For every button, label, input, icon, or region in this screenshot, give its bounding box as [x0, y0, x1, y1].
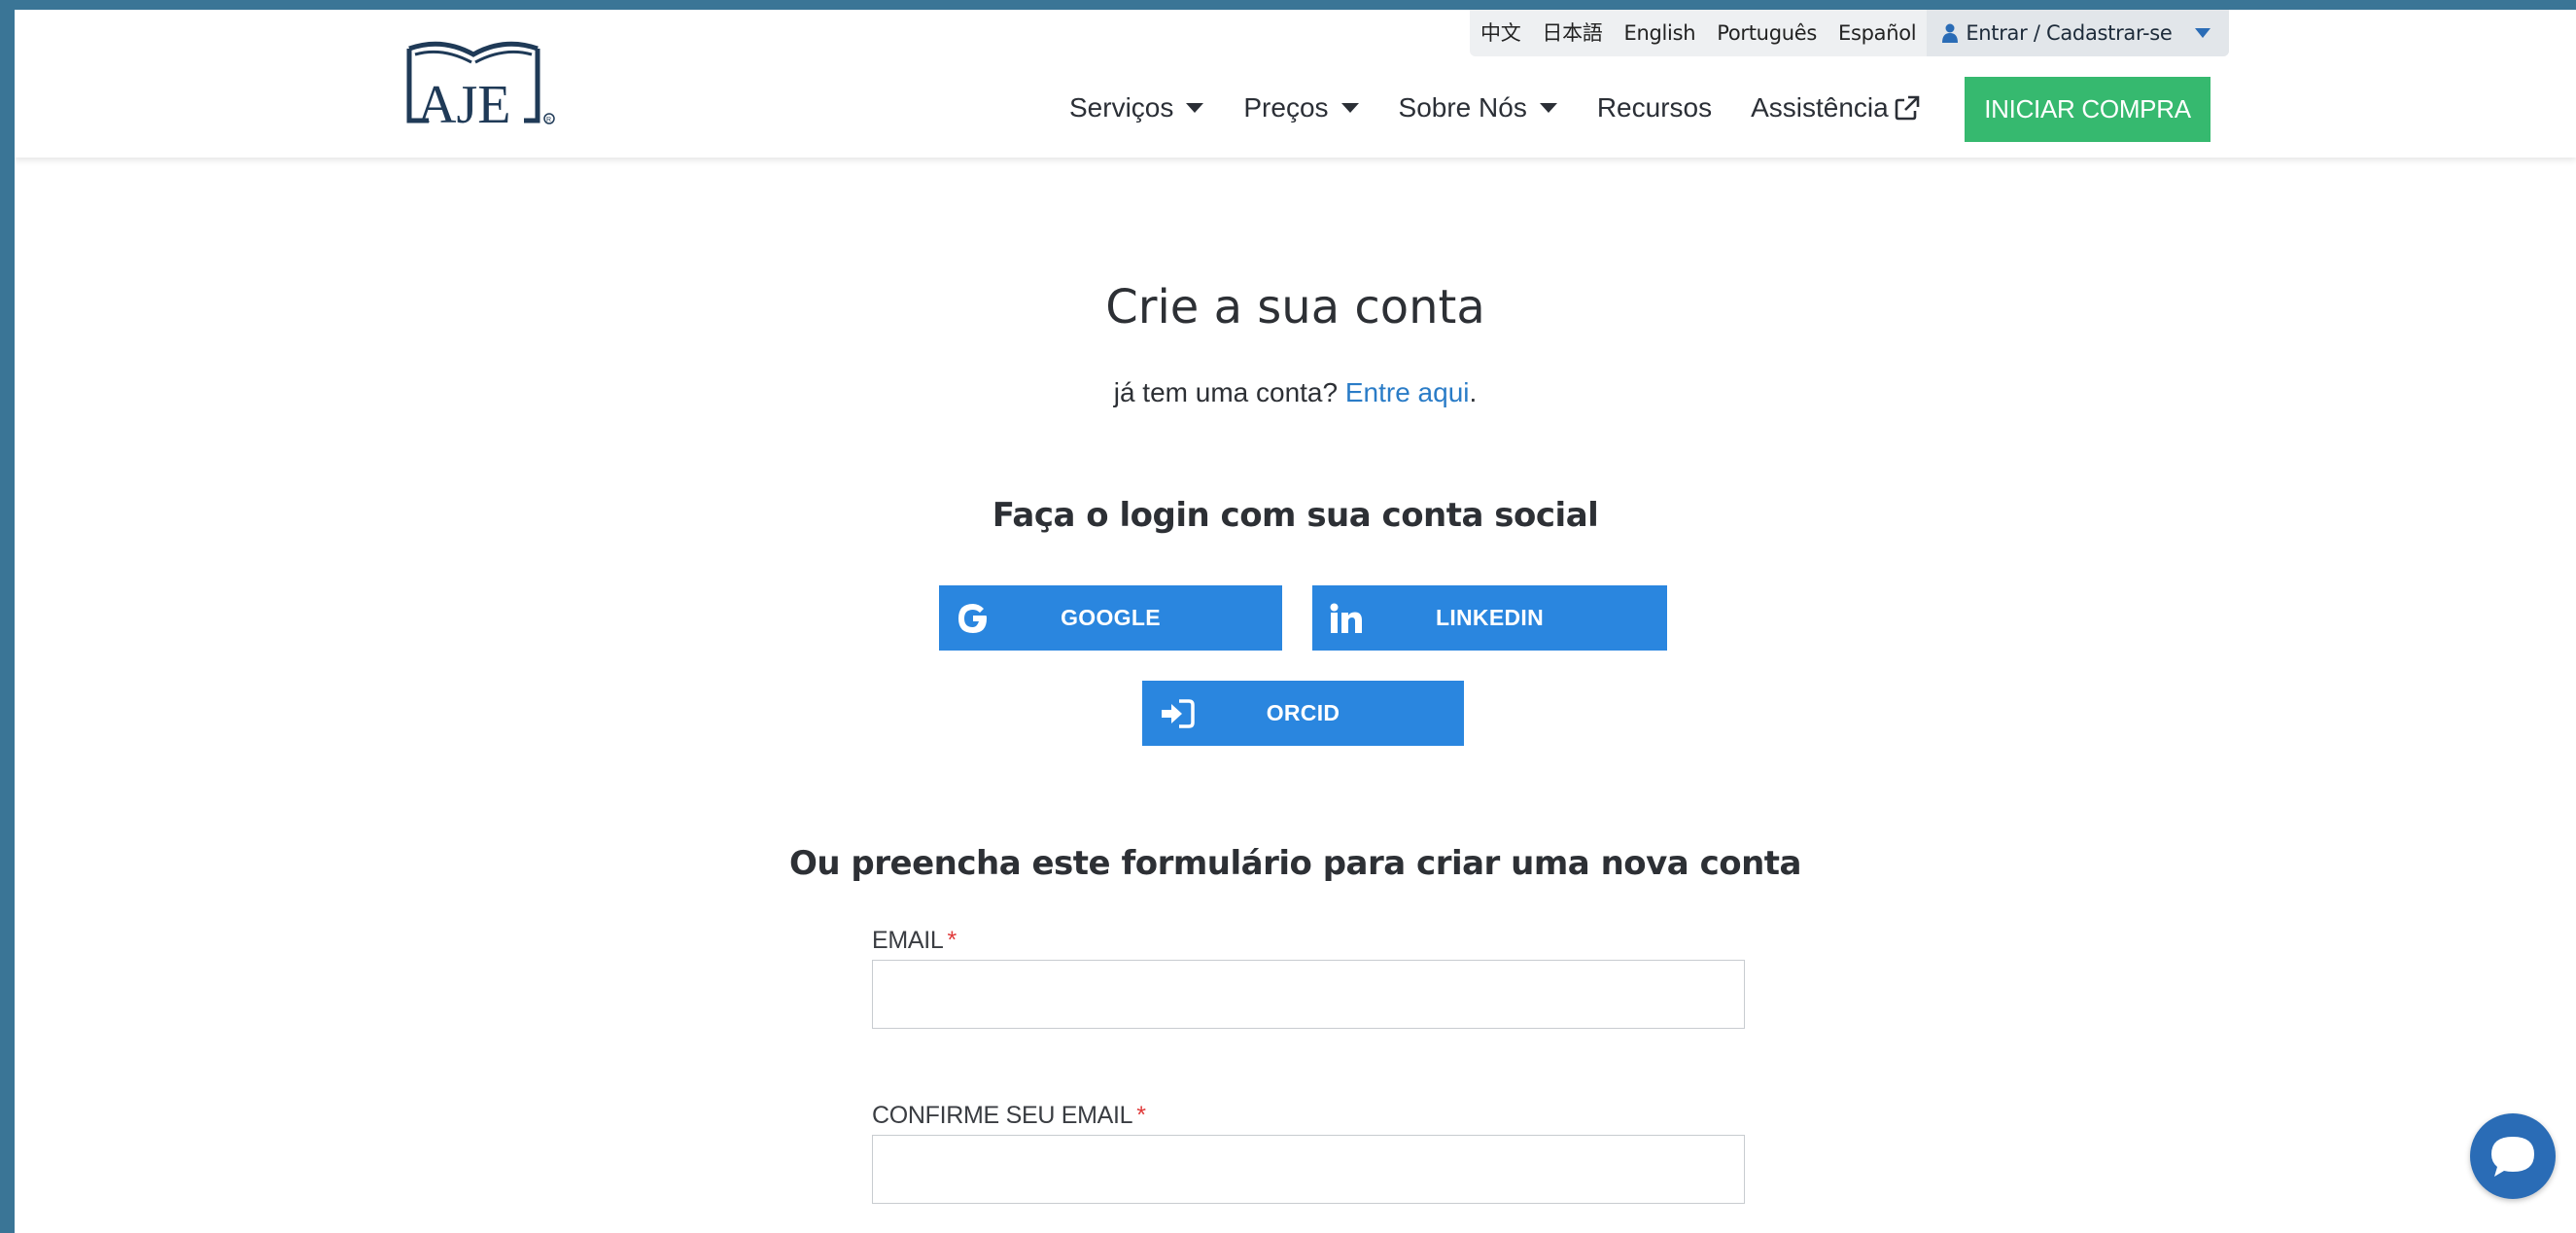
- email-label: EMAIL *: [872, 927, 957, 955]
- form-heading: Ou preencha este formulário para criar u…: [788, 844, 1802, 883]
- language-bar: 中文 日本語 English Português Español Entrar …: [1470, 10, 2229, 56]
- caret-down-icon: [1186, 103, 1204, 113]
- svg-text:R: R: [546, 117, 551, 123]
- linkedin-label: LINKEDIN: [1435, 605, 1544, 630]
- nav-label: Preços: [1243, 92, 1329, 123]
- linkedin-login-button[interactable]: LINKEDIN: [1312, 585, 1667, 651]
- nav-precos[interactable]: Preços: [1243, 92, 1359, 123]
- account-label: Entrar / Cadastrar-se: [1966, 21, 2173, 45]
- lang-spanish[interactable]: Español: [1828, 10, 1927, 56]
- google-label: GOOGLE: [1061, 605, 1161, 630]
- caret-down-icon: [1340, 103, 1359, 113]
- aje-logo[interactable]: AJE R: [403, 29, 559, 136]
- lang-japanese[interactable]: 日本語: [1531, 10, 1613, 56]
- page: AJE R 中文 日本語 English Português Español E…: [15, 10, 2576, 1233]
- login-link[interactable]: Entre aqui: [1345, 377, 1470, 407]
- nav-servicos[interactable]: Serviços: [1069, 92, 1204, 123]
- confirm-email-input[interactable]: [872, 1135, 1745, 1204]
- caret-down-icon: [1539, 103, 1557, 113]
- nav-label: Assistência: [1751, 92, 1889, 123]
- chat-widget-button[interactable]: [2470, 1113, 2556, 1199]
- main-nav: Serviços Preços Sobre Nós Recursos Assis…: [1069, 76, 1937, 140]
- nav-sobre-nos[interactable]: Sobre Nós: [1399, 92, 1558, 123]
- lang-chinese[interactable]: 中文: [1470, 10, 1531, 56]
- social-login-heading: Faça o login com sua conta social: [992, 496, 1599, 535]
- lang-english[interactable]: English: [1614, 10, 1707, 56]
- confirm-email-label: CONFIRME SEU EMAIL *: [872, 1102, 1146, 1130]
- nav-label: Serviços: [1069, 92, 1174, 123]
- nav-recursos[interactable]: Recursos: [1597, 92, 1712, 123]
- chat-bubble-icon: [2491, 1137, 2534, 1177]
- nav-label: Recursos: [1596, 92, 1713, 123]
- external-link-icon: [1895, 95, 1920, 121]
- required-mark: *: [947, 927, 957, 954]
- login-prompt: já tem uma conta? Entre aqui.: [15, 377, 2576, 408]
- user-icon: [1942, 23, 1959, 43]
- nav-assistencia[interactable]: Assistência: [1751, 92, 1920, 123]
- login-suffix: .: [1469, 377, 1478, 407]
- start-purchase-button[interactable]: INICIAR COMPRA: [1965, 77, 2210, 142]
- lang-portuguese[interactable]: Português: [1706, 10, 1828, 56]
- account-dropdown[interactable]: Entrar / Cadastrar-se: [1927, 10, 2229, 56]
- logo-text: AJE: [417, 75, 510, 135]
- orcid-label: ORCID: [1266, 700, 1340, 725]
- page-title: Crie a sua conta: [1105, 280, 1485, 335]
- site-header: AJE R 中文 日本語 English Português Español E…: [15, 10, 2576, 158]
- orcid-login-button[interactable]: ORCID: [1142, 681, 1464, 746]
- caret-down-icon: [2194, 28, 2210, 38]
- email-label-text: EMAIL: [872, 927, 944, 954]
- email-input[interactable]: [872, 960, 1745, 1029]
- required-mark: *: [1136, 1102, 1146, 1129]
- nav-label: Sobre Nós: [1398, 92, 1527, 123]
- confirm-email-label-text: CONFIRME SEU EMAIL: [872, 1102, 1133, 1129]
- login-prompt-text: já tem uma conta?: [1113, 377, 1339, 407]
- google-login-button[interactable]: GOOGLE: [939, 585, 1282, 651]
